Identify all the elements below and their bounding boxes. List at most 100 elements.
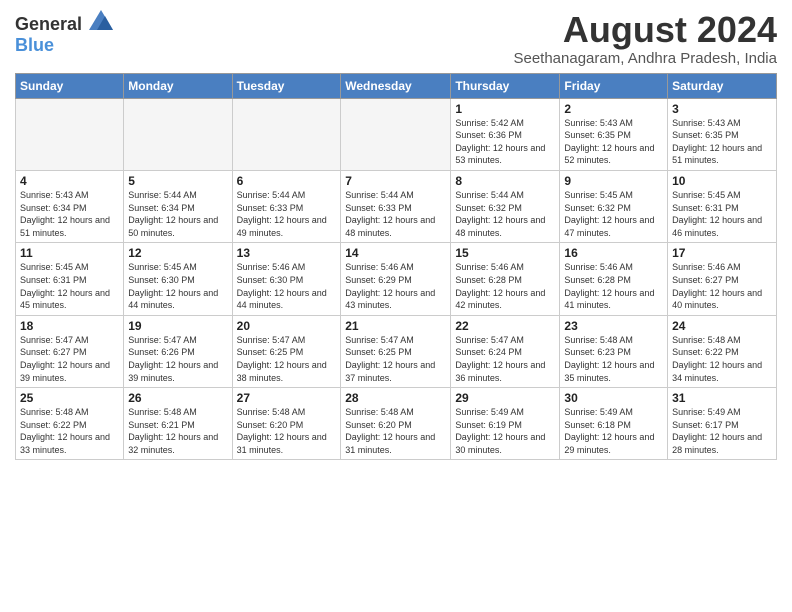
calendar-cell: 20Sunrise: 5:47 AM Sunset: 6:25 PM Dayli… — [232, 315, 341, 387]
day-number: 14 — [345, 246, 446, 260]
header-monday: Monday — [124, 73, 232, 98]
day-number: 10 — [672, 174, 772, 188]
header-thursday: Thursday — [451, 73, 560, 98]
subtitle: Seethanagaram, Andhra Pradesh, India — [513, 50, 777, 67]
day-number: 31 — [672, 391, 772, 405]
title-block: August 2024 Seethanagaram, Andhra Prades… — [513, 10, 777, 67]
day-info: Sunrise: 5:47 AM Sunset: 6:24 PM Dayligh… — [455, 334, 555, 384]
day-number: 25 — [20, 391, 119, 405]
calendar-cell — [124, 98, 232, 170]
day-number: 20 — [237, 319, 337, 333]
day-number: 30 — [564, 391, 663, 405]
logo-icon — [89, 10, 113, 30]
day-info: Sunrise: 5:46 AM Sunset: 6:28 PM Dayligh… — [564, 261, 663, 311]
calendar-cell: 15Sunrise: 5:46 AM Sunset: 6:28 PM Dayli… — [451, 243, 560, 315]
calendar-cell: 11Sunrise: 5:45 AM Sunset: 6:31 PM Dayli… — [16, 243, 124, 315]
day-number: 22 — [455, 319, 555, 333]
day-number: 26 — [128, 391, 227, 405]
day-info: Sunrise: 5:44 AM Sunset: 6:33 PM Dayligh… — [345, 189, 446, 239]
calendar-cell: 30Sunrise: 5:49 AM Sunset: 6:18 PM Dayli… — [560, 388, 668, 460]
calendar-cell: 8Sunrise: 5:44 AM Sunset: 6:32 PM Daylig… — [451, 170, 560, 242]
calendar-cell: 19Sunrise: 5:47 AM Sunset: 6:26 PM Dayli… — [124, 315, 232, 387]
day-info: Sunrise: 5:49 AM Sunset: 6:19 PM Dayligh… — [455, 406, 555, 456]
day-number: 13 — [237, 246, 337, 260]
day-info: Sunrise: 5:46 AM Sunset: 6:27 PM Dayligh… — [672, 261, 772, 311]
day-number: 29 — [455, 391, 555, 405]
day-info: Sunrise: 5:44 AM Sunset: 6:32 PM Dayligh… — [455, 189, 555, 239]
calendar-cell: 26Sunrise: 5:48 AM Sunset: 6:21 PM Dayli… — [124, 388, 232, 460]
day-number: 9 — [564, 174, 663, 188]
day-info: Sunrise: 5:43 AM Sunset: 6:35 PM Dayligh… — [564, 117, 663, 167]
day-info: Sunrise: 5:47 AM Sunset: 6:26 PM Dayligh… — [128, 334, 227, 384]
calendar-cell — [232, 98, 341, 170]
calendar-cell: 4Sunrise: 5:43 AM Sunset: 6:34 PM Daylig… — [16, 170, 124, 242]
calendar-cell: 12Sunrise: 5:45 AM Sunset: 6:30 PM Dayli… — [124, 243, 232, 315]
day-info: Sunrise: 5:46 AM Sunset: 6:29 PM Dayligh… — [345, 261, 446, 311]
day-number: 6 — [237, 174, 337, 188]
header-wednesday: Wednesday — [341, 73, 451, 98]
day-number: 23 — [564, 319, 663, 333]
header-tuesday: Tuesday — [232, 73, 341, 98]
day-info: Sunrise: 5:45 AM Sunset: 6:31 PM Dayligh… — [672, 189, 772, 239]
calendar-cell: 27Sunrise: 5:48 AM Sunset: 6:20 PM Dayli… — [232, 388, 341, 460]
calendar-cell: 21Sunrise: 5:47 AM Sunset: 6:25 PM Dayli… — [341, 315, 451, 387]
calendar-cell: 29Sunrise: 5:49 AM Sunset: 6:19 PM Dayli… — [451, 388, 560, 460]
calendar-cell: 24Sunrise: 5:48 AM Sunset: 6:22 PM Dayli… — [668, 315, 777, 387]
page: General Blue August 2024 Seethanagaram, … — [0, 0, 792, 470]
day-number: 17 — [672, 246, 772, 260]
day-number: 7 — [345, 174, 446, 188]
day-info: Sunrise: 5:43 AM Sunset: 6:34 PM Dayligh… — [20, 189, 119, 239]
day-number: 24 — [672, 319, 772, 333]
day-info: Sunrise: 5:42 AM Sunset: 6:36 PM Dayligh… — [455, 117, 555, 167]
calendar-cell: 22Sunrise: 5:47 AM Sunset: 6:24 PM Dayli… — [451, 315, 560, 387]
calendar-cell: 9Sunrise: 5:45 AM Sunset: 6:32 PM Daylig… — [560, 170, 668, 242]
day-info: Sunrise: 5:47 AM Sunset: 6:25 PM Dayligh… — [345, 334, 446, 384]
header-sunday: Sunday — [16, 73, 124, 98]
header: General Blue August 2024 Seethanagaram, … — [15, 10, 777, 67]
day-info: Sunrise: 5:46 AM Sunset: 6:30 PM Dayligh… — [237, 261, 337, 311]
calendar-cell: 23Sunrise: 5:48 AM Sunset: 6:23 PM Dayli… — [560, 315, 668, 387]
day-info: Sunrise: 5:48 AM Sunset: 6:20 PM Dayligh… — [345, 406, 446, 456]
calendar-header-row: SundayMondayTuesdayWednesdayThursdayFrid… — [16, 73, 777, 98]
calendar-cell — [16, 98, 124, 170]
calendar-cell: 1Sunrise: 5:42 AM Sunset: 6:36 PM Daylig… — [451, 98, 560, 170]
calendar-cell: 18Sunrise: 5:47 AM Sunset: 6:27 PM Dayli… — [16, 315, 124, 387]
day-number: 12 — [128, 246, 227, 260]
day-number: 1 — [455, 102, 555, 116]
header-friday: Friday — [560, 73, 668, 98]
calendar-cell: 2Sunrise: 5:43 AM Sunset: 6:35 PM Daylig… — [560, 98, 668, 170]
calendar-cell: 28Sunrise: 5:48 AM Sunset: 6:20 PM Dayli… — [341, 388, 451, 460]
day-number: 4 — [20, 174, 119, 188]
calendar-cell — [341, 98, 451, 170]
calendar-cell: 7Sunrise: 5:44 AM Sunset: 6:33 PM Daylig… — [341, 170, 451, 242]
week-row-1: 4Sunrise: 5:43 AM Sunset: 6:34 PM Daylig… — [16, 170, 777, 242]
calendar-cell: 31Sunrise: 5:49 AM Sunset: 6:17 PM Dayli… — [668, 388, 777, 460]
calendar-table: SundayMondayTuesdayWednesdayThursdayFrid… — [15, 73, 777, 461]
day-number: 15 — [455, 246, 555, 260]
calendar-cell: 25Sunrise: 5:48 AM Sunset: 6:22 PM Dayli… — [16, 388, 124, 460]
day-info: Sunrise: 5:47 AM Sunset: 6:25 PM Dayligh… — [237, 334, 337, 384]
day-info: Sunrise: 5:45 AM Sunset: 6:31 PM Dayligh… — [20, 261, 119, 311]
calendar-cell: 14Sunrise: 5:46 AM Sunset: 6:29 PM Dayli… — [341, 243, 451, 315]
day-info: Sunrise: 5:45 AM Sunset: 6:30 PM Dayligh… — [128, 261, 227, 311]
calendar-cell: 16Sunrise: 5:46 AM Sunset: 6:28 PM Dayli… — [560, 243, 668, 315]
day-number: 21 — [345, 319, 446, 333]
week-row-0: 1Sunrise: 5:42 AM Sunset: 6:36 PM Daylig… — [16, 98, 777, 170]
day-number: 11 — [20, 246, 119, 260]
day-info: Sunrise: 5:48 AM Sunset: 6:20 PM Dayligh… — [237, 406, 337, 456]
week-row-3: 18Sunrise: 5:47 AM Sunset: 6:27 PM Dayli… — [16, 315, 777, 387]
week-row-4: 25Sunrise: 5:48 AM Sunset: 6:22 PM Dayli… — [16, 388, 777, 460]
logo-general: General — [15, 14, 82, 34]
day-number: 28 — [345, 391, 446, 405]
calendar-cell: 17Sunrise: 5:46 AM Sunset: 6:27 PM Dayli… — [668, 243, 777, 315]
day-number: 3 — [672, 102, 772, 116]
logo: General Blue — [15, 10, 113, 56]
day-number: 27 — [237, 391, 337, 405]
month-title: August 2024 — [513, 10, 777, 50]
calendar-cell: 5Sunrise: 5:44 AM Sunset: 6:34 PM Daylig… — [124, 170, 232, 242]
day-number: 2 — [564, 102, 663, 116]
day-number: 5 — [128, 174, 227, 188]
calendar-cell: 3Sunrise: 5:43 AM Sunset: 6:35 PM Daylig… — [668, 98, 777, 170]
day-info: Sunrise: 5:43 AM Sunset: 6:35 PM Dayligh… — [672, 117, 772, 167]
calendar-cell: 13Sunrise: 5:46 AM Sunset: 6:30 PM Dayli… — [232, 243, 341, 315]
